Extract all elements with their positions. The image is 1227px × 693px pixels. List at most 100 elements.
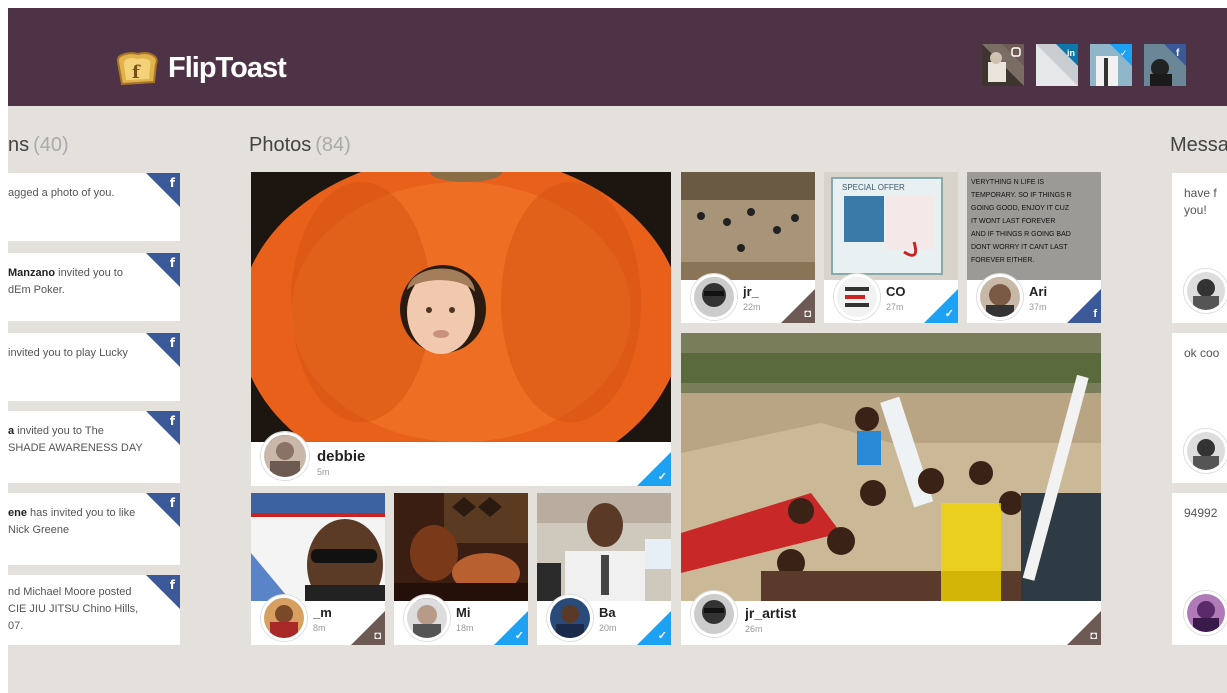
instagram-badge-icon: ◘ [1067, 611, 1101, 645]
photo-username[interactable]: Ba [599, 605, 639, 620]
svg-text:✓: ✓ [1120, 49, 1128, 59]
photo-tile[interactable]: Mi 18m ✓ [394, 493, 528, 645]
photo-image [681, 172, 815, 280]
avatar[interactable] [547, 595, 593, 641]
photo-tile[interactable]: jr_ 22m ◘ [681, 172, 815, 323]
photo-time: 8m [313, 623, 326, 633]
photo-tile[interactable]: Ba 20m ✓ [537, 493, 671, 645]
message-text: ok coo [1184, 346, 1220, 360]
sign-text-line: VERYTHING N LIFE IS [971, 179, 1044, 186]
photo-time: 26m [745, 624, 763, 634]
message-item[interactable]: have f you! [1172, 173, 1227, 323]
notification-item[interactable]: agged a photo of you. f [8, 173, 180, 241]
avatar[interactable] [261, 595, 307, 641]
photo-username[interactable]: debbie [317, 448, 365, 465]
linkedin-icon: in [1036, 44, 1078, 86]
notification-text: agged a photo of you. [8, 187, 115, 199]
account-instagram[interactable] [982, 44, 1024, 86]
notification-text: invited you to play Lucky [8, 347, 128, 359]
photo-caption: jr_ 22m ◘ [681, 274, 815, 323]
sign-text-line: DONT WORRY IT CANT LAST [971, 244, 1068, 251]
account-facebook[interactable]: f [1144, 44, 1186, 86]
avatar[interactable] [834, 274, 880, 320]
notification-text: has invited you to like [26, 507, 136, 519]
notification-text-line2: SHADE AWARENESS DAY [8, 442, 143, 454]
notification-text: invited you to [55, 267, 123, 279]
photo-image [537, 493, 671, 601]
messages-title[interactable]: Messa [1170, 134, 1227, 157]
message-item[interactable]: 94992 [1172, 493, 1227, 645]
photo-username[interactable]: jr_artist [745, 605, 796, 621]
instagram-badge-icon: ◘ [781, 289, 815, 323]
notification-item[interactable]: ene has invited you to like Nick Greene f [8, 493, 180, 565]
photo-tile[interactable]: _m 8m ◘ [251, 493, 385, 645]
photo-caption: Ari 37m f [967, 274, 1101, 323]
photo-username[interactable]: Ari [1029, 284, 1065, 299]
photo-image: VERYTHING N LIFE IS TEMPORARY. SO IF THIN… [967, 172, 1101, 280]
photo-tile-large[interactable]: debbie 5m ✓ [251, 172, 671, 486]
photo-username[interactable]: jr_ [743, 284, 779, 299]
photo-time: 37m [1029, 302, 1047, 312]
twitter-badge-icon: ✓ [637, 611, 671, 645]
photo-caption: debbie 5m ✓ [251, 432, 671, 486]
photo-tile[interactable]: VERYTHING N LIFE IS TEMPORARY. SO IF THIN… [967, 172, 1101, 323]
app-window: f FlipToast in ✓ f ns (40) agged a photo… [8, 8, 1227, 693]
avatar[interactable] [1184, 591, 1227, 635]
photo-image [251, 493, 385, 601]
app-title: FlipToast [168, 51, 287, 84]
toast-logo-icon: f [112, 48, 162, 88]
photo-image [394, 493, 528, 601]
notification-item[interactable]: nd Michael Moore posted CIE JIU JITSU Chi… [8, 575, 180, 645]
notifications-title[interactable]: ns (40) [8, 134, 69, 157]
notification-text: nd Michael Moore posted [8, 586, 132, 598]
twitter-icon: ✓ [1090, 44, 1132, 86]
app-header: f FlipToast in ✓ f [8, 8, 1227, 106]
notification-text: invited you to The [14, 425, 104, 437]
logo[interactable]: f FlipToast [112, 48, 287, 88]
notification-item[interactable]: invited you to play Lucky f [8, 333, 180, 401]
poster-text: SPECIAL OFFER [842, 183, 905, 192]
sign-text-line: IT WONT LAST FOREVER [971, 218, 1055, 225]
sign-text-line: FOREVER EITHER. [971, 257, 1034, 264]
svg-text:in: in [1067, 48, 1075, 58]
avatar[interactable] [404, 595, 450, 641]
avatar[interactable] [261, 432, 309, 480]
avatar[interactable] [1184, 429, 1227, 473]
facebook-icon: f [1144, 44, 1186, 86]
photo-tile-large[interactable]: jr_artist 26m ◘ [681, 333, 1101, 645]
photo-time: 22m [743, 302, 761, 312]
photo-time: 5m [317, 467, 330, 477]
notification-item[interactable]: Manzano invited you to dEm Poker. f [8, 253, 180, 321]
notification-text-line2: dEm Poker. [8, 284, 65, 296]
message-item[interactable]: ok coo [1172, 333, 1227, 483]
notification-text-line3: 07. [8, 620, 24, 632]
avatar[interactable] [691, 591, 737, 637]
account-twitter[interactable]: ✓ [1090, 44, 1132, 86]
notifications-title-text: ns [8, 134, 30, 156]
notifications-count: (40) [33, 134, 69, 156]
photo-caption: CO 27m ✓ [824, 274, 958, 323]
photo-username[interactable]: CO [886, 284, 922, 299]
notification-text-line2: CIE JIU JITSU Chino Hills, [8, 603, 139, 615]
twitter-badge-icon: ✓ [637, 452, 671, 486]
photo-username[interactable]: _m [313, 605, 353, 620]
photo-username[interactable]: Mi [456, 605, 496, 620]
avatar[interactable] [977, 274, 1023, 320]
photo-caption: _m 8m ◘ [251, 595, 385, 645]
photo-caption: jr_artist 26m ◘ [681, 591, 1101, 645]
account-linkedin[interactable]: in [1036, 44, 1078, 86]
sign-text-line: TEMPORARY. SO IF THINGS R [971, 192, 1072, 199]
photos-title[interactable]: Photos (84) [249, 134, 351, 157]
photo-tile[interactable]: SPECIAL OFFER CO 27m ✓ [824, 172, 958, 323]
photo-caption: Mi 18m ✓ [394, 595, 528, 645]
twitter-badge-icon: ✓ [494, 611, 528, 645]
avatar[interactable] [691, 274, 737, 320]
notification-sender: ene [8, 507, 27, 519]
photo-image [251, 172, 671, 442]
facebook-badge-icon: f [1067, 289, 1101, 323]
avatar[interactable] [1184, 269, 1227, 313]
photo-image: SPECIAL OFFER [824, 172, 958, 280]
notification-item[interactable]: a invited you to The SHADE AWARENESS DAY … [8, 411, 180, 483]
messages-title-text: Messa [1170, 134, 1227, 156]
photo-time: 20m [599, 623, 617, 633]
